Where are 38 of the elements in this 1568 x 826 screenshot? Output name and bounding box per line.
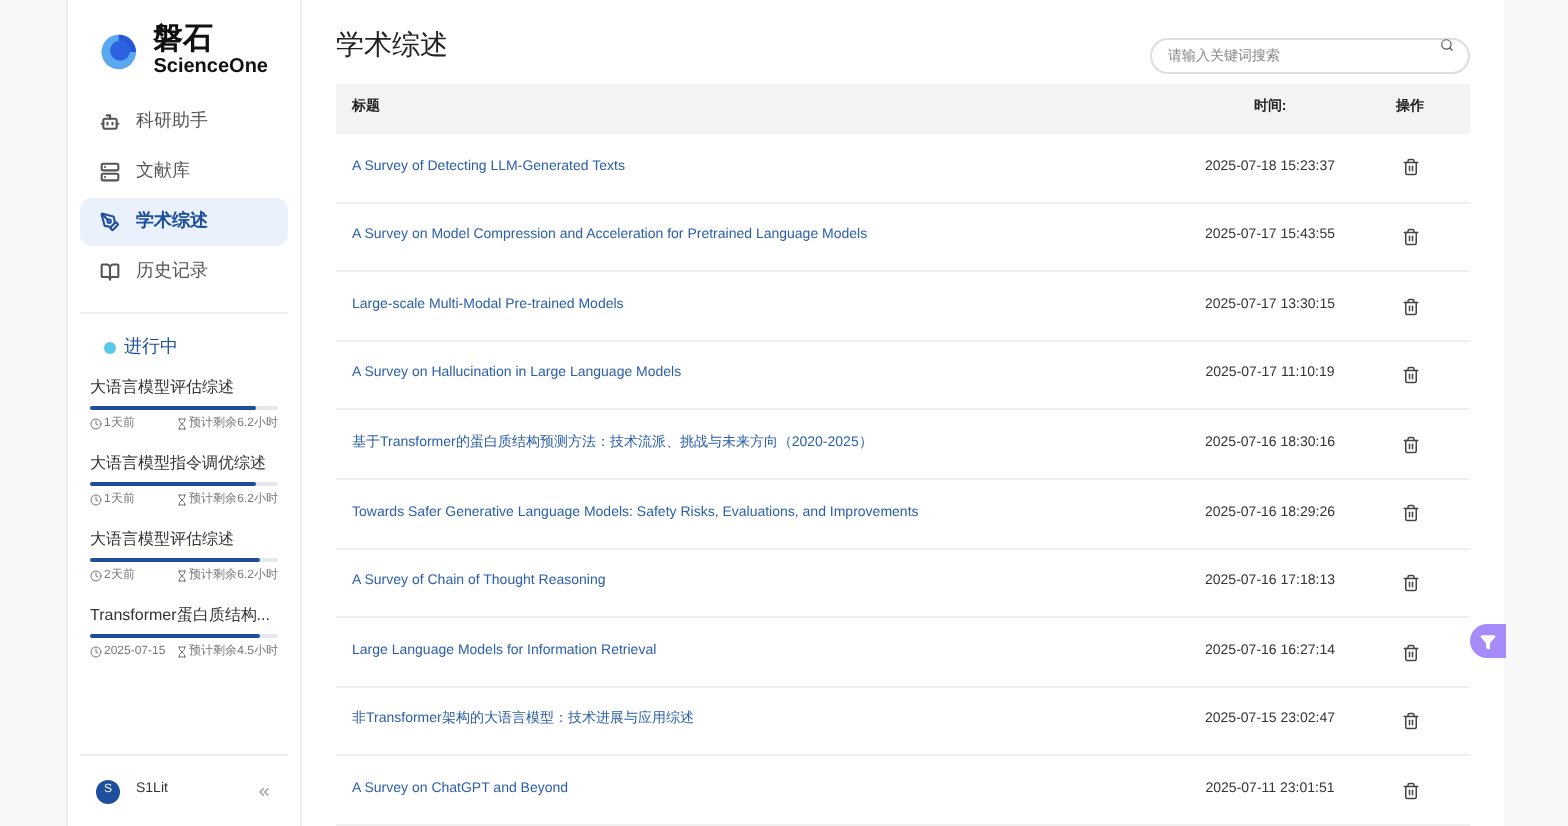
hourglass-icon [175,417,188,429]
nav-item[interactable]: 学术综述 [80,198,288,246]
delete-icon[interactable] [1401,712,1419,731]
delete-icon[interactable] [1401,504,1419,523]
delete-icon[interactable] [1401,435,1419,454]
nav-item[interactable]: 科研助手 [80,98,288,146]
nav-icon [100,162,120,182]
nav-item[interactable]: 历史记录 [80,248,288,296]
delete-icon[interactable] [1401,158,1419,177]
delete-icon[interactable] [1401,297,1419,316]
task-title: 大语言模型评估综述 [90,377,236,397]
hourglass-icon [175,645,188,657]
filter-button[interactable] [1470,624,1506,658]
clock-icon [90,645,102,657]
delete-icon[interactable] [1401,781,1419,800]
delete-icon[interactable] [1401,366,1419,385]
nav-icon [100,262,120,282]
task-title: 大语言模型评估综述 [90,529,236,549]
delete-icon[interactable] [1401,643,1419,662]
search-icon[interactable] [1440,38,1454,53]
hourglass-icon [175,493,188,505]
nav-icon [100,212,120,232]
nav-item[interactable]: 文献库 [80,148,288,196]
clock-icon [90,569,102,581]
nav-icon [100,112,120,132]
delete-icon[interactable] [1401,573,1419,592]
clock-icon [90,417,102,429]
brand-subtitle: ScienceOne [153,58,268,78]
hourglass-icon [175,569,188,581]
task-title: Transformer蛋白质结构... [90,605,272,625]
delete-icon[interactable] [1401,227,1419,246]
section-title: 进行中 [124,334,178,360]
task-title: 大语言模型指令调优综述 [90,453,268,473]
brand-name: 磐石 [153,24,216,54]
collapse-icon[interactable] [256,783,272,799]
clock-icon [90,493,102,505]
filter-icon [1480,633,1496,649]
page-title: 学术综述 [336,26,448,65]
